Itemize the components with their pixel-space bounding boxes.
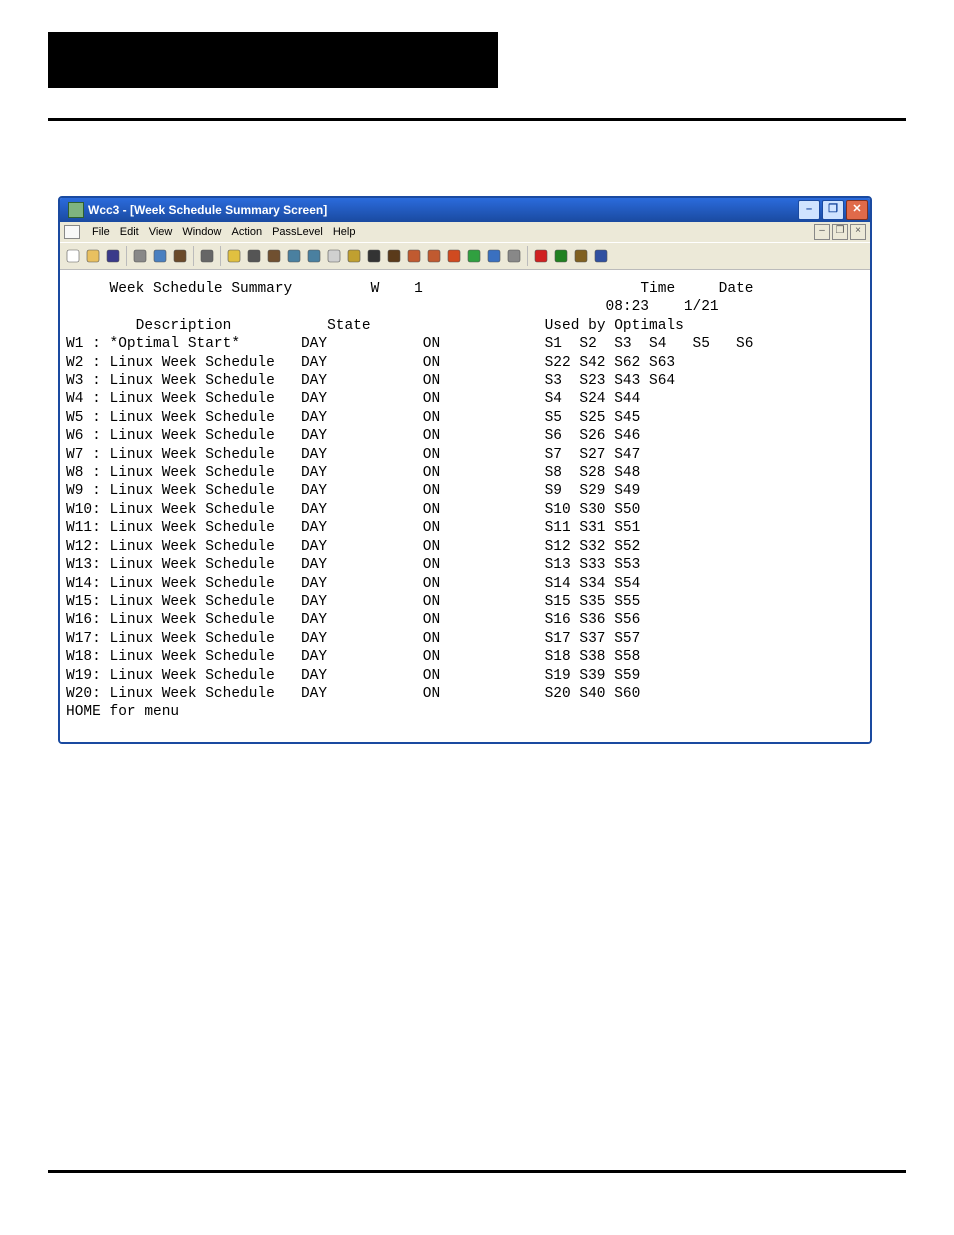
stack1-icon[interactable] bbox=[285, 247, 303, 265]
globe-icon[interactable] bbox=[485, 247, 503, 265]
toolbar-separator bbox=[193, 246, 194, 266]
record-icon[interactable] bbox=[552, 247, 570, 265]
schedule-row[interactable]: W5 : Linux Week Schedule DAY ON S5 S25 S… bbox=[66, 410, 640, 426]
schedule-row[interactable]: W14: Linux Week Schedule DAY ON S14 S34 … bbox=[66, 576, 640, 592]
print-icon[interactable] bbox=[198, 247, 216, 265]
child-window-icon[interactable] bbox=[64, 225, 80, 239]
step-icon[interactable] bbox=[592, 247, 610, 265]
alpha-icon[interactable] bbox=[385, 247, 403, 265]
child-window-controls: – ❐ × bbox=[814, 224, 866, 240]
maximize-button[interactable]: ❐ bbox=[822, 200, 844, 220]
child-close-button[interactable]: × bbox=[850, 224, 866, 240]
cut-icon[interactable] bbox=[131, 247, 149, 265]
schedule-row[interactable]: W7 : Linux Week Schedule DAY ON S7 S27 S… bbox=[66, 447, 640, 463]
menu-item-edit[interactable]: Edit bbox=[120, 226, 139, 238]
doc-icon[interactable] bbox=[325, 247, 343, 265]
help-icon[interactable] bbox=[225, 247, 243, 265]
run-icon[interactable] bbox=[572, 247, 590, 265]
close-button[interactable]: ✕ bbox=[846, 200, 868, 220]
stop-icon[interactable] bbox=[532, 247, 550, 265]
menu-item-view[interactable]: View bbox=[149, 226, 173, 238]
save-icon[interactable] bbox=[104, 247, 122, 265]
toolbar-separator bbox=[527, 246, 528, 266]
menu-item-file[interactable]: File bbox=[92, 226, 110, 238]
menubar: File Edit View Window Action PassLevel Help – … bbox=[60, 222, 870, 242]
window-title: Wcc3 - [Week Schedule Summary Screen] bbox=[88, 203, 327, 217]
new-icon[interactable] bbox=[64, 247, 82, 265]
schedule-row[interactable]: W11: Linux Week Schedule DAY ON S11 S31 … bbox=[66, 520, 640, 536]
menu-item-action[interactable]: Action bbox=[231, 226, 262, 238]
window-controls: – ❐ ✕ bbox=[798, 200, 868, 220]
toolbar-separator bbox=[126, 246, 127, 266]
schedule-row[interactable]: W3 : Linux Week Schedule DAY ON S3 S23 S… bbox=[66, 373, 675, 389]
top-rule bbox=[48, 118, 906, 121]
menu-item-passlevel[interactable]: PassLevel bbox=[272, 226, 323, 238]
schedule-row[interactable]: W2 : Linux Week Schedule DAY ON S22 S42 … bbox=[66, 355, 675, 371]
schedule-row[interactable]: W19: Linux Week Schedule DAY ON S19 S39 … bbox=[66, 668, 640, 684]
copy-icon[interactable] bbox=[151, 247, 169, 265]
schedule-row[interactable]: W20: Linux Week Schedule DAY ON S20 S40 … bbox=[66, 686, 640, 702]
summary-title: Week Schedule Summary W 1 Time Date bbox=[66, 281, 753, 297]
schedule-row[interactable]: W18: Linux Week Schedule DAY ON S18 S38 … bbox=[66, 649, 640, 665]
child-restore-button[interactable]: ❐ bbox=[832, 224, 848, 240]
schedule-row[interactable]: W4 : Linux Week Schedule DAY ON S4 S24 S… bbox=[66, 391, 640, 407]
fire-icon[interactable] bbox=[445, 247, 463, 265]
schedule-row[interactable]: W10: Linux Week Schedule DAY ON S10 S30 … bbox=[66, 502, 640, 518]
ok-icon[interactable] bbox=[465, 247, 483, 265]
toolbar bbox=[60, 242, 870, 270]
chart-icon[interactable] bbox=[505, 247, 523, 265]
bottom-rule bbox=[48, 1170, 906, 1173]
schedule-row[interactable]: W12: Linux Week Schedule DAY ON S12 S32 … bbox=[66, 539, 640, 555]
titlebar: Wcc3 - [Week Schedule Summary Screen] – … bbox=[60, 198, 870, 222]
bell-icon[interactable] bbox=[345, 247, 363, 265]
child-minimize-button[interactable]: – bbox=[814, 224, 830, 240]
column-headers: Description State Used by Optimals bbox=[66, 318, 684, 334]
header-black-block bbox=[48, 32, 498, 88]
binoculars-icon[interactable] bbox=[365, 247, 383, 265]
schedule-row[interactable]: W13: Linux Week Schedule DAY ON S13 S33 … bbox=[66, 557, 640, 573]
schedule-row[interactable]: W8 : Linux Week Schedule DAY ON S8 S28 S… bbox=[66, 465, 640, 481]
footer-hint: HOME for menu bbox=[66, 704, 179, 720]
stack2-icon[interactable] bbox=[305, 247, 323, 265]
open-icon[interactable] bbox=[84, 247, 102, 265]
schedule-row[interactable]: W15: Linux Week Schedule DAY ON S15 S35 … bbox=[66, 594, 640, 610]
menu-item-help[interactable]: Help bbox=[333, 226, 356, 238]
app-icon bbox=[68, 202, 84, 218]
app-window: Wcc3 - [Week Schedule Summary Screen] – … bbox=[58, 196, 872, 744]
minimize-button[interactable]: – bbox=[798, 200, 820, 220]
schedule-row[interactable]: W17: Linux Week Schedule DAY ON S17 S37 … bbox=[66, 631, 640, 647]
schedule-row[interactable]: W6 : Linux Week Schedule DAY ON S6 S26 S… bbox=[66, 428, 640, 444]
menu-item-window[interactable]: Window bbox=[182, 226, 221, 238]
schedule-row[interactable]: W16: Linux Week Schedule DAY ON S16 S36 … bbox=[66, 612, 640, 628]
camera-icon[interactable] bbox=[265, 247, 283, 265]
printer2-icon[interactable] bbox=[245, 247, 263, 265]
toolbar-separator bbox=[220, 246, 221, 266]
schedule-row[interactable]: W9 : Linux Week Schedule DAY ON S9 S29 S… bbox=[66, 483, 640, 499]
schedule-row[interactable]: W1 : *Optimal Start* DAY ON S1 S2 S3 S4 … bbox=[66, 336, 753, 352]
wand1-icon[interactable] bbox=[405, 247, 423, 265]
paste-icon[interactable] bbox=[171, 247, 189, 265]
time-date-line: 08:23 1/21 bbox=[66, 299, 719, 315]
content-area: Week Schedule Summary W 1 Time Date 08:2… bbox=[60, 270, 870, 742]
wand2-icon[interactable] bbox=[425, 247, 443, 265]
